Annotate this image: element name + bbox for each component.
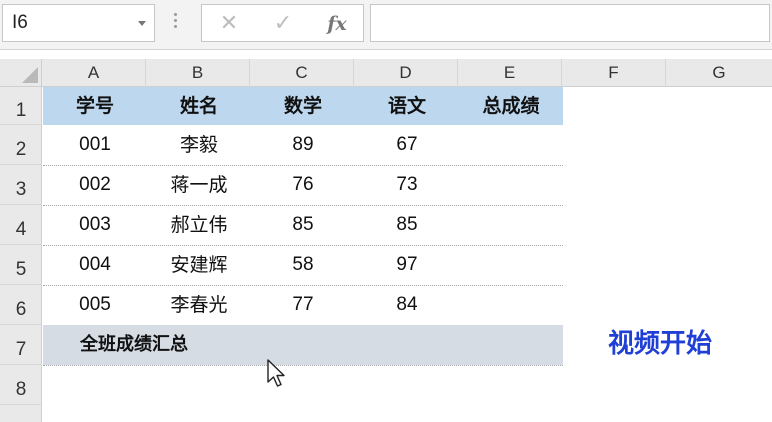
- column-header[interactable]: G: [666, 59, 772, 87]
- column-header[interactable]: C: [250, 59, 354, 87]
- select-all-button[interactable]: [0, 59, 42, 87]
- table-cell[interactable]: 002: [43, 165, 147, 205]
- table-cell[interactable]: 001: [43, 125, 147, 165]
- column-header[interactable]: B: [146, 59, 250, 87]
- header-cell[interactable]: 学号: [43, 87, 147, 125]
- table-cell[interactable]: 李毅: [147, 125, 251, 165]
- column-header[interactable]: E: [458, 59, 562, 87]
- table-cell[interactable]: 89: [251, 125, 355, 165]
- column-header[interactable]: A: [42, 59, 146, 87]
- summary-label[interactable]: 全班成绩汇总: [80, 325, 188, 365]
- row-headers: 1 2 3 4 5 6 7 8: [0, 87, 42, 422]
- insert-function-icon[interactable]: fx: [324, 11, 350, 37]
- formula-bar-grip-icon: [174, 13, 178, 35]
- table-cell[interactable]: 郝立伟: [147, 205, 251, 245]
- column-header[interactable]: F: [562, 59, 666, 87]
- table-cell[interactable]: 73: [355, 165, 459, 205]
- formula-bar: I6 ✕ ✓ fx: [0, 0, 772, 50]
- cancel-icon[interactable]: ✕: [216, 11, 242, 37]
- enter-icon[interactable]: ✓: [270, 11, 296, 37]
- table-cell[interactable]: [459, 125, 563, 165]
- formula-input[interactable]: [370, 4, 770, 42]
- table-cell[interactable]: 李春光: [147, 285, 251, 325]
- table-cell[interactable]: 004: [43, 245, 147, 285]
- row-header[interactable]: 2: [0, 125, 42, 165]
- worksheet-grid[interactable]: 学号 姓名 数学 语文 总成绩 001 李毅 89 67 002 蒋一成 76 …: [43, 87, 772, 422]
- row-header[interactable]: 6: [0, 285, 42, 325]
- table-cell[interactable]: 67: [355, 125, 459, 165]
- row-header[interactable]: 3: [0, 165, 42, 205]
- name-box-dropdown-icon[interactable]: [138, 21, 146, 26]
- header-cell[interactable]: 姓名: [147, 87, 251, 125]
- name-box-value: I6: [12, 12, 28, 33]
- table-cell[interactable]: [459, 285, 563, 325]
- table-cell[interactable]: 84: [355, 285, 459, 325]
- header-cell[interactable]: 语文: [355, 87, 459, 125]
- row-divider: [43, 365, 563, 366]
- column-headers: A B C D E F G: [42, 59, 772, 87]
- table-cell[interactable]: 85: [355, 205, 459, 245]
- row-header[interactable]: 1: [0, 87, 42, 125]
- column-header[interactable]: D: [354, 59, 458, 87]
- table-cell[interactable]: 76: [251, 165, 355, 205]
- table-cell[interactable]: 97: [355, 245, 459, 285]
- table-cell[interactable]: 58: [251, 245, 355, 285]
- table-cell[interactable]: 蒋一成: [147, 165, 251, 205]
- table-cell[interactable]: 85: [251, 205, 355, 245]
- row-header[interactable]: 4: [0, 205, 42, 245]
- row-header[interactable]: 7: [0, 325, 42, 365]
- row-header[interactable]: 8: [0, 365, 42, 405]
- table-cell[interactable]: 003: [43, 205, 147, 245]
- formula-buttons: ✕ ✓ fx: [201, 4, 364, 42]
- header-cell[interactable]: 总成绩: [459, 87, 563, 125]
- video-start-label: 视频开始: [608, 329, 713, 359]
- table-cell[interactable]: [459, 205, 563, 245]
- table-cell[interactable]: 安建辉: [147, 245, 251, 285]
- select-all-icon: [22, 67, 38, 83]
- table-cell[interactable]: 77: [251, 285, 355, 325]
- table-cell[interactable]: [459, 165, 563, 205]
- row-header[interactable]: 5: [0, 245, 42, 285]
- mouse-pointer-icon: [267, 359, 285, 387]
- table-cell[interactable]: [459, 245, 563, 285]
- table-cell[interactable]: 005: [43, 285, 147, 325]
- name-box[interactable]: I6: [2, 4, 155, 42]
- header-cell[interactable]: 数学: [251, 87, 355, 125]
